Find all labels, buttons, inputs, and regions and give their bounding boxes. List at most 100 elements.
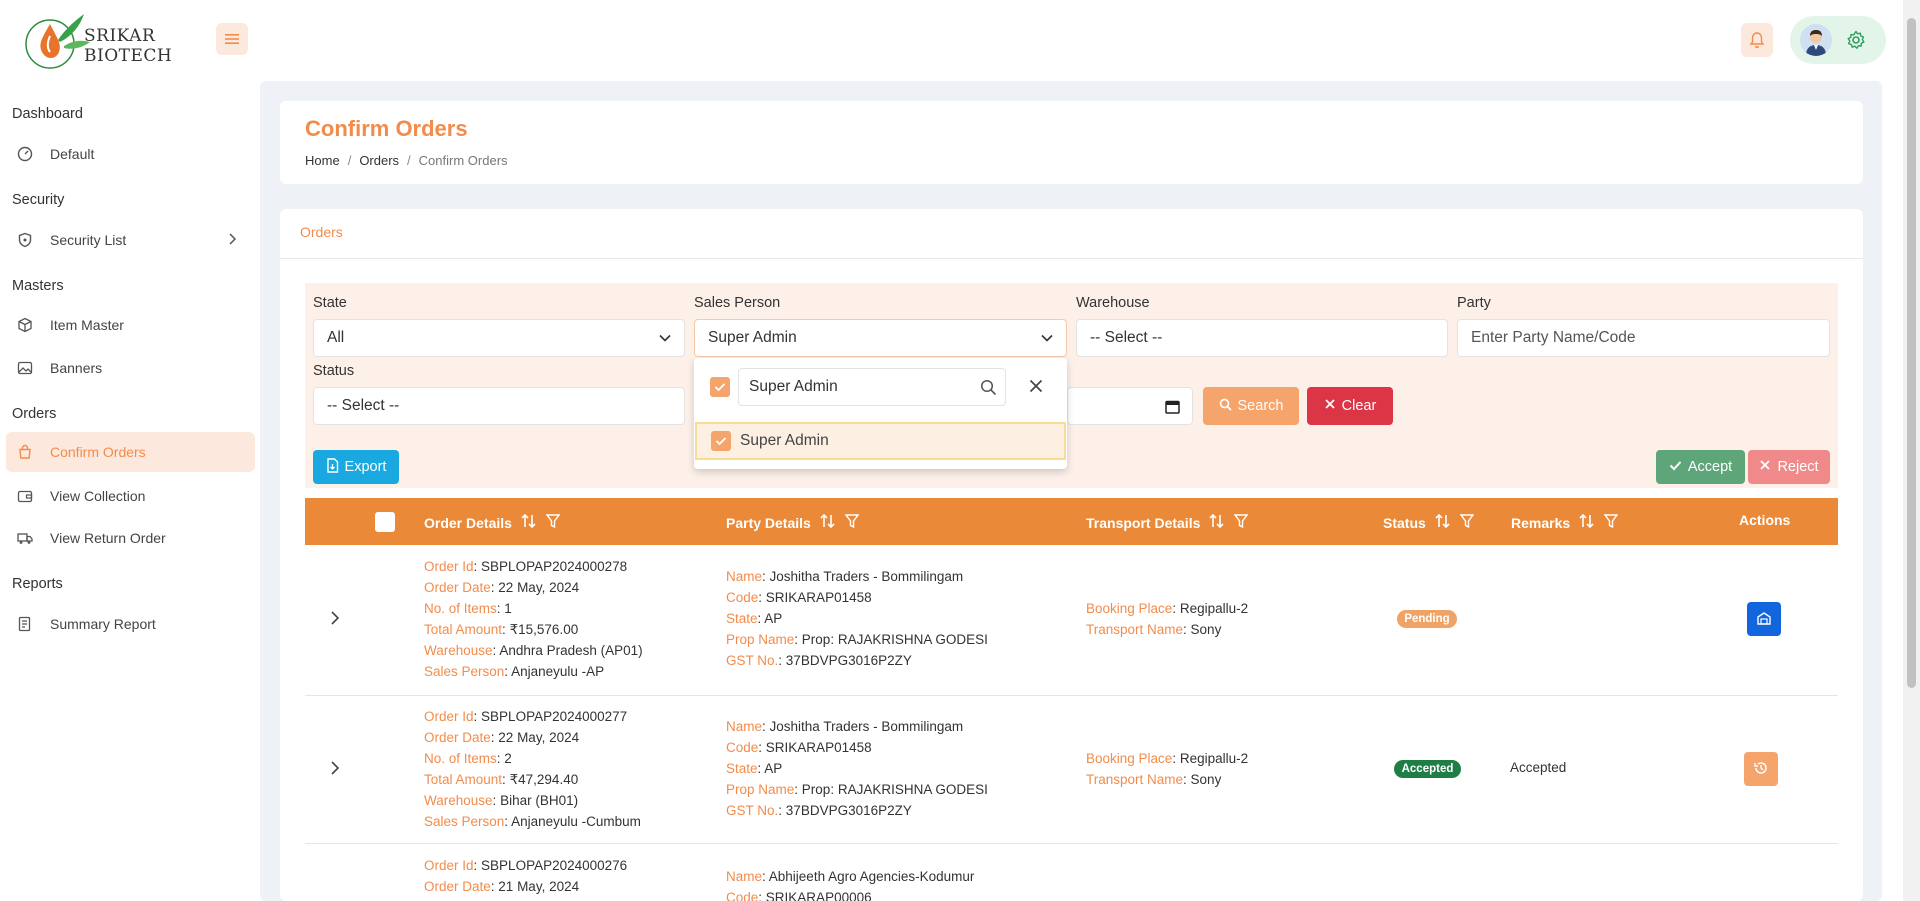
- total-amount: Total Amount: ₹47,294.40: [424, 772, 579, 787]
- party-state: State: AP: [726, 611, 783, 626]
- page-title: Confirm Orders: [305, 116, 468, 141]
- status-select[interactable]: -- Select --: [313, 387, 685, 425]
- chevron-down-icon: [658, 331, 672, 350]
- shield-icon: [16, 231, 34, 249]
- transport-name: Transport Name: Sony: [1086, 772, 1222, 787]
- booking-place: Booking Place: Regipallu-2: [1086, 751, 1249, 766]
- warehouse-select-value: -- Select --: [1090, 329, 1163, 346]
- search-button[interactable]: Search: [1203, 387, 1299, 425]
- accept-button[interactable]: Accept: [1656, 450, 1745, 484]
- user-menu[interactable]: [1790, 16, 1886, 64]
- sales-person-select[interactable]: Super Admin: [694, 319, 1067, 357]
- breadcrumb-orders[interactable]: Orders: [359, 153, 399, 168]
- sidebar-item-banners[interactable]: Banners: [6, 348, 255, 388]
- sort-icon[interactable]: [819, 513, 837, 532]
- select-all-checkbox[interactable]: [710, 377, 730, 397]
- chevron-right-icon: [227, 232, 237, 249]
- column-transport-details[interactable]: Transport Details: [1086, 513, 1249, 532]
- clear-button[interactable]: Clear: [1307, 387, 1393, 425]
- column-status[interactable]: Status: [1383, 513, 1475, 532]
- filter-icon[interactable]: [844, 513, 860, 532]
- export-file-icon: [326, 457, 339, 477]
- filter-icon[interactable]: [545, 513, 561, 532]
- expand-row-icon[interactable]: [328, 609, 342, 630]
- sidebar-item-confirm-orders[interactable]: Confirm Orders: [6, 432, 255, 472]
- history-button[interactable]: [1744, 752, 1778, 786]
- status-badge: Accepted: [1394, 760, 1461, 778]
- order-date: Order Date: 21 May, 2024: [424, 879, 580, 894]
- filter-icon[interactable]: [1603, 513, 1619, 532]
- sidebar-item-label: View Return Order: [50, 530, 166, 546]
- close-icon: [1759, 459, 1771, 475]
- hamburger-icon: [225, 34, 239, 44]
- dropdown-search-value: Super Admin: [749, 378, 838, 395]
- sort-icon[interactable]: [520, 513, 538, 532]
- close-icon[interactable]: [1028, 378, 1044, 397]
- state-select[interactable]: All: [313, 319, 685, 357]
- row-divider: [305, 843, 1838, 844]
- section-reports: Reports: [12, 576, 63, 592]
- settings-gear-icon[interactable]: [1846, 30, 1866, 53]
- check-icon: [1669, 459, 1682, 475]
- sidebar-item-label: Summary Report: [50, 616, 156, 632]
- sidebar-item-summary-report[interactable]: Summary Report: [6, 604, 255, 644]
- option-checkbox[interactable]: [711, 431, 731, 451]
- export-button[interactable]: Export: [313, 450, 399, 484]
- party-name: Name: Joshitha Traders - Bommilingam: [726, 569, 964, 584]
- report-icon: [16, 615, 34, 633]
- column-remarks[interactable]: Remarks: [1511, 513, 1619, 532]
- filter-icon[interactable]: [1233, 513, 1249, 532]
- state-label: State: [313, 295, 347, 311]
- breadcrumb-current: Confirm Orders: [418, 153, 508, 168]
- breadcrumb-separator: /: [407, 153, 411, 168]
- sidebar-item-label: Item Master: [50, 317, 124, 333]
- select-all-checkbox[interactable]: [375, 512, 395, 532]
- sidebar-item-view-collection[interactable]: View Collection: [6, 476, 255, 516]
- expand-row-icon[interactable]: [328, 759, 342, 780]
- filter-icon[interactable]: [1459, 513, 1475, 532]
- total-amount: Total Amount: ₹15,576.00: [424, 622, 579, 637]
- calendar-icon[interactable]: [1165, 399, 1180, 419]
- breadcrumb-home[interactable]: Home: [305, 153, 340, 168]
- column-label: Order Details: [424, 514, 512, 531]
- sales-person-dropdown: Super Admin Super Admin: [694, 358, 1067, 469]
- scrollbar-thumb[interactable]: [1907, 18, 1916, 688]
- orders-card-title: Orders: [300, 224, 343, 240]
- column-order-details[interactable]: Order Details: [424, 513, 561, 532]
- sort-icon[interactable]: [1578, 513, 1596, 532]
- confirm-order-button[interactable]: [1747, 602, 1781, 636]
- filter-panel: [305, 283, 1838, 488]
- order-id: Order Id: SBPLOPAP2024000278: [424, 559, 628, 574]
- order-date: Order Date: 22 May, 2024: [424, 580, 580, 595]
- column-label: Status: [1383, 514, 1426, 531]
- reject-button[interactable]: Reject: [1748, 450, 1830, 484]
- sidebar-item-default[interactable]: Default: [6, 134, 255, 174]
- menu-toggle-button[interactable]: [216, 23, 248, 55]
- party-input[interactable]: Enter Party Name/Code: [1457, 319, 1830, 357]
- sort-icon[interactable]: [1434, 513, 1452, 532]
- page-scrollbar[interactable]: [1903, 0, 1920, 901]
- column-party-details[interactable]: Party Details: [726, 513, 860, 532]
- page-header-card: Confirm Orders Home / Orders / Confirm O…: [280, 101, 1863, 184]
- notifications-button[interactable]: [1741, 23, 1773, 57]
- sales-person: Sales Person: Anjaneyulu -Cumbum: [424, 814, 641, 829]
- sort-icon[interactable]: [1208, 513, 1226, 532]
- sales-person-label: Sales Person: [694, 295, 781, 311]
- sales-person-select-value: Super Admin: [708, 329, 797, 346]
- gauge-icon: [16, 145, 34, 163]
- date-input[interactable]: [1067, 387, 1193, 425]
- column-actions: Actions: [1739, 512, 1790, 528]
- dropdown-option[interactable]: Super Admin: [695, 422, 1066, 460]
- dropdown-search-input[interactable]: Super Admin: [738, 368, 1006, 406]
- dropdown-option-label: Super Admin: [740, 432, 829, 449]
- export-button-label: Export: [344, 459, 387, 475]
- warehouse-select[interactable]: -- Select --: [1076, 319, 1448, 357]
- avatar[interactable]: [1800, 24, 1832, 56]
- sidebar-item-view-return-order[interactable]: View Return Order: [6, 518, 255, 558]
- sidebar-item-security-list[interactable]: Security List: [6, 220, 255, 260]
- no-of-items: No. of Items: 2: [424, 751, 512, 766]
- wallet-icon: [16, 487, 34, 505]
- bag-icon: [16, 443, 34, 461]
- sidebar-item-item-master[interactable]: Item Master: [6, 305, 255, 345]
- reject-button-label: Reject: [1777, 459, 1819, 475]
